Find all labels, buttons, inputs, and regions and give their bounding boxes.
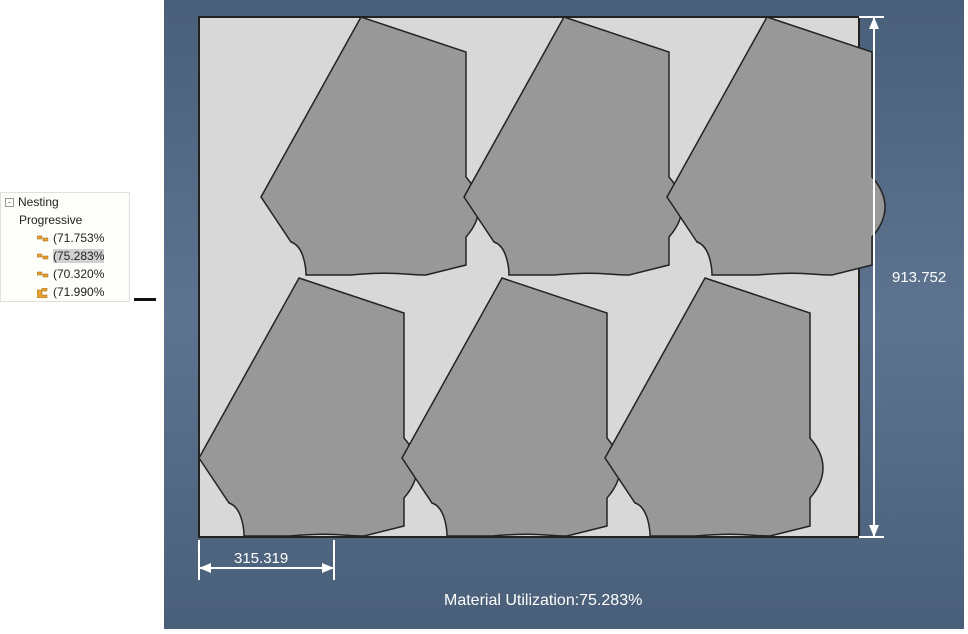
tree-group-label: Progressive bbox=[19, 213, 82, 227]
connector-line bbox=[134, 298, 156, 301]
nesting-viewport[interactable]: 913.752 315.319 Material Utilization:75.… bbox=[164, 0, 964, 629]
collapse-icon: - bbox=[5, 198, 14, 207]
tree-item-label: (70.320% bbox=[53, 267, 104, 281]
dimension-horizontal: 315.319 bbox=[199, 540, 334, 580]
nesting-icon bbox=[37, 269, 49, 279]
tree-node-group[interactable]: Progressive bbox=[1, 211, 129, 229]
dim-value-vertical: 913.752 bbox=[892, 269, 946, 286]
tree-node-item[interactable]: (70.320% bbox=[1, 265, 129, 283]
tree-item-label: (71.990% bbox=[53, 285, 104, 299]
tree-node-item[interactable]: (71.990% bbox=[1, 283, 129, 301]
nesting-icon bbox=[37, 287, 49, 297]
tree-item-label: (71.753% bbox=[53, 231, 104, 245]
utilization-text: Material Utilization:75.283% bbox=[444, 592, 642, 609]
tree-root-label: Nesting bbox=[18, 195, 59, 209]
nesting-icon bbox=[37, 233, 49, 243]
tree-node-item[interactable]: (71.753% bbox=[1, 229, 129, 247]
dim-value-horizontal: 315.319 bbox=[234, 550, 288, 567]
tree-node-root[interactable]: - Nesting bbox=[1, 193, 129, 211]
tree-node-item[interactable]: (75.283% bbox=[1, 247, 129, 265]
tree-panel: - Nesting Progressive (71.753% (75.283% … bbox=[0, 192, 130, 302]
tree-item-label: (75.283% bbox=[53, 249, 104, 263]
nesting-icon bbox=[37, 251, 49, 261]
